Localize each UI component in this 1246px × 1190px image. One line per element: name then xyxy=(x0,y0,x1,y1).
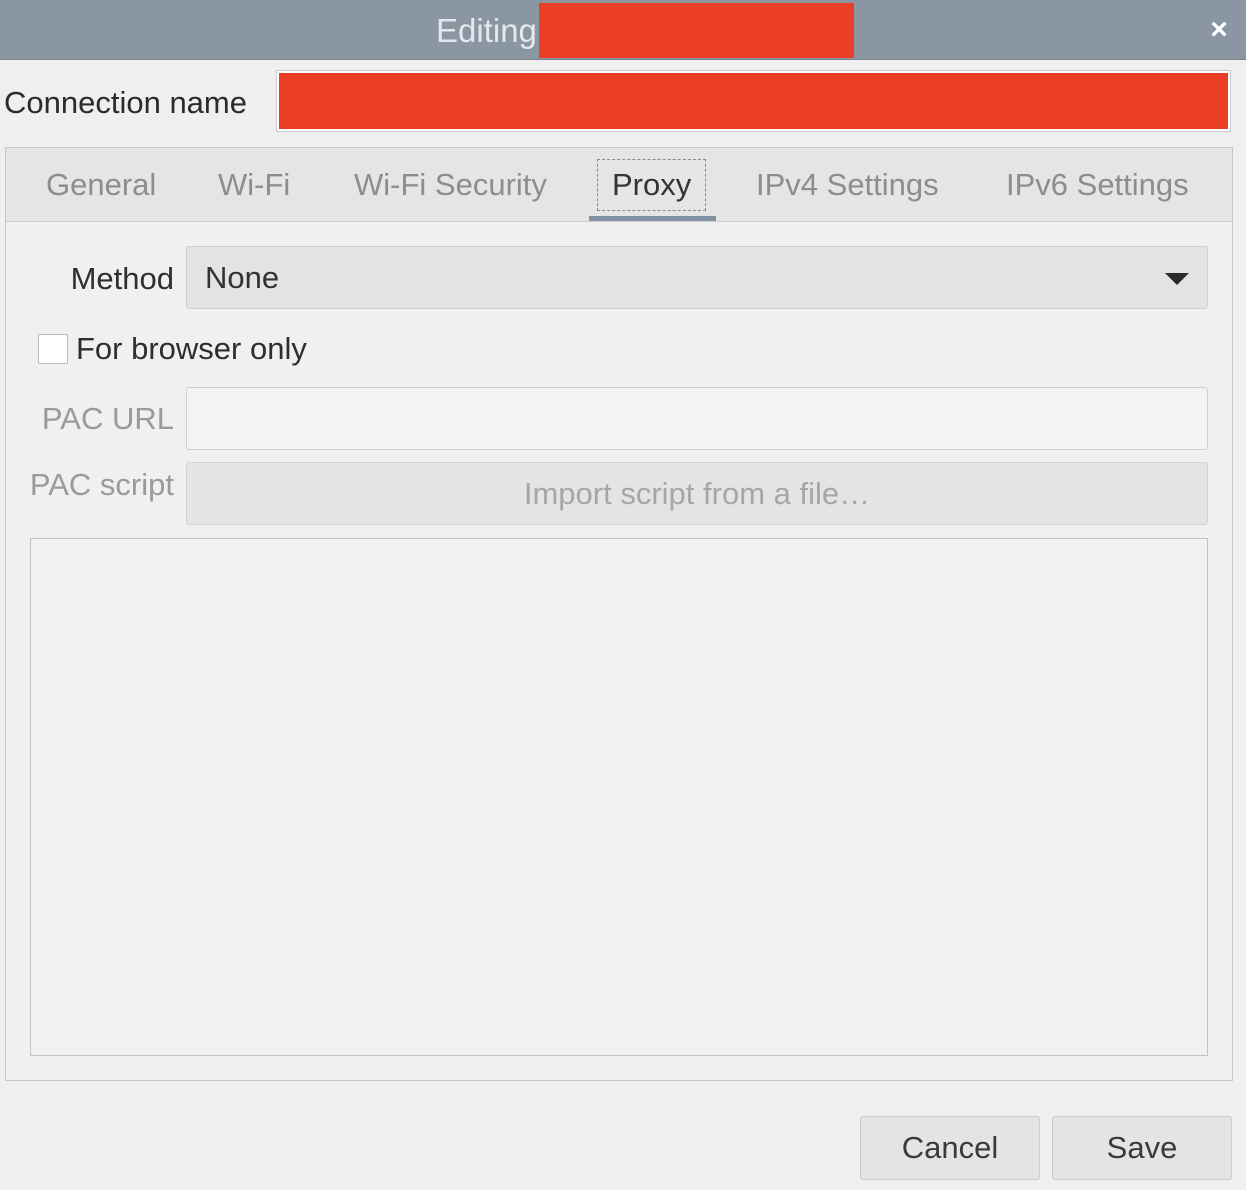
tab-general[interactable]: General xyxy=(46,148,156,222)
close-button[interactable]: × xyxy=(1200,12,1238,48)
browser-only-checkbox[interactable] xyxy=(38,334,68,364)
active-tab-indicator xyxy=(589,216,716,221)
browser-only-label: For browser only xyxy=(76,331,307,366)
method-label: Method xyxy=(70,261,174,296)
import-script-button[interactable]: Import script from a file… xyxy=(186,462,1208,525)
tab-proxy[interactable]: Proxy xyxy=(597,148,707,222)
window-title: Editing xyxy=(436,12,537,49)
title-bar: Editing × xyxy=(0,0,1246,60)
browser-only-toggle[interactable]: For browser only xyxy=(38,328,307,370)
tab-wifi-security[interactable]: Wi-Fi Security xyxy=(354,148,547,222)
import-script-label: Import script from a file… xyxy=(523,475,871,511)
tab-ipv6-settings[interactable]: IPv6 Settings xyxy=(1006,148,1189,222)
dropdown-arrow-icon xyxy=(1165,273,1189,285)
pac-script-textarea[interactable] xyxy=(30,538,1208,1056)
method-selected-value: None xyxy=(205,260,280,295)
method-dropdown[interactable]: None xyxy=(186,246,1208,309)
dialog-content: Connection name General Wi-Fi Wi-Fi Secu… xyxy=(0,60,1246,1190)
redacted-connection-title xyxy=(539,3,854,58)
tab-ipv4-settings[interactable]: IPv4 Settings xyxy=(756,148,939,222)
redacted-connection-name xyxy=(279,73,1228,129)
connection-name-label: Connection name xyxy=(4,85,247,120)
pac-script-label: PAC script xyxy=(29,467,174,502)
connection-name-input[interactable] xyxy=(276,70,1231,132)
close-icon: × xyxy=(1210,13,1228,46)
tab-bar: General Wi-Fi Wi-Fi Security Proxy IPv4 … xyxy=(6,148,1232,222)
cancel-button[interactable]: Cancel xyxy=(860,1116,1040,1180)
tab-wifi[interactable]: Wi-Fi xyxy=(218,148,290,222)
settings-notebook: General Wi-Fi Wi-Fi Security Proxy IPv4 … xyxy=(5,147,1233,1081)
pac-url-label: PAC URL xyxy=(41,401,174,436)
pac-url-input[interactable] xyxy=(186,387,1208,450)
save-button[interactable]: Save xyxy=(1052,1116,1232,1180)
